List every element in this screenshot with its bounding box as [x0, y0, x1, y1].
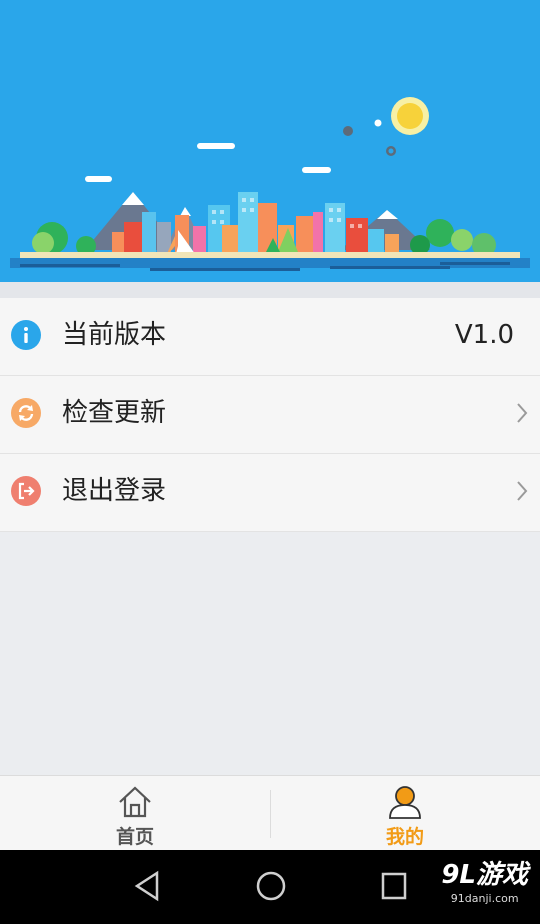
menu-item-current-version: 当前版本 V1.0: [0, 298, 540, 376]
watermark-title: 9L游戏: [441, 860, 528, 890]
user-icon: [389, 786, 421, 819]
chevron-right-icon: [517, 481, 528, 501]
logout-icon: [11, 476, 41, 506]
menu-item-label: 退出登录: [62, 476, 167, 506]
menu-item-label: 检查更新: [62, 398, 167, 428]
menu-item-logout[interactable]: 退出登录: [0, 454, 540, 532]
watermark-url: 91danji.com: [450, 892, 519, 905]
home-icon: [119, 786, 151, 818]
section-gap: [0, 282, 540, 298]
settings-menu: 当前版本 V1.0 检查更新 退出登录: [0, 298, 540, 532]
watermark-logo: 9L游戏 91danji.com: [441, 858, 528, 906]
refresh-icon: [11, 398, 41, 428]
chevron-right-icon: [517, 403, 528, 423]
back-icon[interactable]: [133, 870, 161, 902]
menu-item-label: 当前版本: [62, 320, 167, 350]
profile-header-banner: [0, 0, 540, 282]
version-value: V1.0: [454, 320, 514, 350]
tab-label: 首页: [115, 826, 154, 848]
tab-mine[interactable]: 我的: [270, 776, 540, 851]
info-icon: [11, 320, 41, 350]
recent-apps-icon[interactable]: [380, 870, 408, 902]
tab-home[interactable]: 首页: [0, 776, 270, 851]
menu-item-check-update[interactable]: 检查更新: [0, 376, 540, 454]
city-skyline-illustration: [10, 97, 530, 271]
bottom-tab-bar: 首页 我的: [0, 775, 540, 851]
tab-label: 我的: [385, 826, 424, 848]
home-circle-icon[interactable]: [255, 870, 287, 902]
system-navigation-bar: 9L游戏 91danji.com: [0, 850, 540, 924]
